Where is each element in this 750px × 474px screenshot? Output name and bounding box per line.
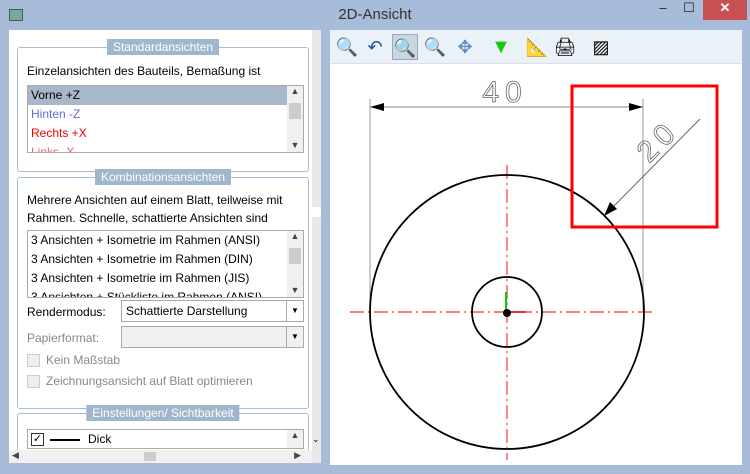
list-item[interactable]: 3 Ansichten + Stückliste im Rahmen (ANSI… [28, 288, 303, 297]
dimension-text[interactable]: 40 [482, 76, 527, 110]
list-item[interactable]: 3 Ansichten + Isometrie im Rahmen (JIS) [28, 269, 303, 288]
drawing: 40 20 [350, 76, 719, 460]
checkbox-label: Kein Maßstab [46, 353, 121, 367]
panel-scrollbar[interactable]: ⌄ [312, 30, 321, 463]
settings-list[interactable]: ✓ Dick ▲ [27, 429, 304, 449]
group-title: Einstellungen/ Sichtbarkeit [86, 405, 240, 421]
group-title: Standardansichten [106, 39, 220, 55]
settings-group: Einstellungen/ Sichtbarkeit ✓ Dick ▲ [17, 405, 309, 473]
zoom-icon[interactable]: 🔍 [422, 34, 448, 60]
render-mode-value: Schattierte Darstellung [126, 304, 248, 318]
zoom-all-icon[interactable]: 🔍 [334, 34, 360, 60]
standard-views-list[interactable]: Vorne +Z Hinten -Z Rechts +X Links -X ▲ ▼ [27, 85, 304, 153]
item-label: Dick [88, 432, 112, 446]
minimize-button[interactable]: – [650, 0, 676, 20]
undo-icon[interactable]: ↶ [362, 34, 388, 60]
close-button[interactable]: ✕ [703, 0, 747, 20]
title-bar: 2D-Ansicht – ☐ ✕ [0, 0, 750, 30]
list-item[interactable]: Rechts +X [28, 124, 303, 143]
section-icon[interactable]: ▨ [588, 34, 614, 60]
list-item[interactable]: 3 Ansichten + Isometrie im Rahmen (ANSI) [28, 231, 303, 250]
dropdown-icon[interactable]: ▼ [488, 34, 514, 60]
list-item[interactable]: ✓ Dick [28, 430, 303, 448]
toolbar: 🔍 ↶ 🔍 🔍 ✥ ▼ 📐 🖨 ▨ [330, 30, 742, 64]
dimension-icon[interactable]: 📐 [524, 34, 550, 60]
options-panel: Standardansichten Einzelansichten des Ba… [9, 30, 321, 473]
group-title: Kombinationsansichten [94, 169, 232, 185]
drawing-canvas[interactable]: 40 20 [330, 30, 742, 465]
checkbox-label: Zeichnungsansicht auf Blatt optimieren [46, 374, 253, 388]
paper-format-select[interactable]: ▼ [121, 326, 304, 348]
arrow-head [629, 103, 643, 111]
optimize-checkbox[interactable]: Zeichnungsansicht auf Blatt optimieren [27, 374, 253, 389]
paper-format-label: Papierformat: [27, 331, 100, 345]
zoom-window-icon[interactable]: 🔍 [392, 34, 418, 60]
combination-views-list[interactable]: 3 Ansichten + Isometrie im Rahmen (ANSI)… [27, 230, 304, 298]
list-item[interactable]: Vorne +Z [28, 86, 303, 105]
list-item[interactable]: 3 Ansichten + Isometrie im Rahmen (DIN) [28, 250, 303, 269]
list-scrollbar[interactable]: ▲ ▼ [287, 231, 303, 297]
print-icon[interactable]: 🖨 [552, 34, 578, 60]
list-scrollbar[interactable]: ▲ [287, 430, 303, 448]
list-scrollbar[interactable]: ▲ ▼ [287, 86, 303, 152]
line-sample [50, 438, 80, 441]
no-scale-checkbox[interactable]: Kein Maßstab [27, 353, 121, 368]
arrow-head [604, 202, 617, 216]
window-title: 2D-Ansicht [338, 6, 412, 23]
render-mode-select[interactable]: Schattierte Darstellung ▼ [121, 300, 304, 322]
origin-marker [503, 309, 511, 317]
maximize-button[interactable]: ☐ [676, 0, 702, 20]
description-line: Mehrere Ansichten auf einem Blatt, teilw… [27, 193, 283, 207]
list-item[interactable]: Links -X [28, 143, 303, 152]
diameter-text[interactable]: 20 [630, 113, 686, 169]
chevron-down-icon[interactable]: ▼ [286, 301, 303, 321]
combination-views-group: Kombinationsansichten Mehrere Ansichten … [17, 169, 309, 409]
horizontal-scrollbar[interactable]: ◀ ▶ [9, 450, 321, 463]
standard-views-group: Standardansichten Einzelansichten des Ba… [17, 39, 309, 172]
list-item[interactable]: Hinten -Z [28, 105, 303, 124]
pan-icon[interactable]: ✥ [452, 34, 478, 60]
render-mode-label: Rendermodus: [27, 305, 106, 319]
arrow-head [370, 103, 384, 111]
chevron-down-icon[interactable]: ▼ [286, 327, 303, 347]
